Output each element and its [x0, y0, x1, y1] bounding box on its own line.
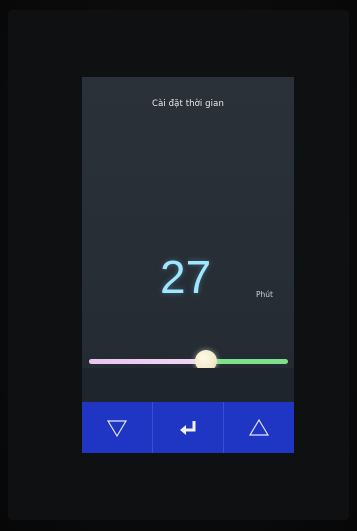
enter-arrow-icon	[177, 419, 199, 437]
screen-title: Cài đặt thời gian	[152, 99, 224, 109]
button-bar	[82, 402, 294, 453]
increase-button[interactable]	[224, 402, 294, 453]
time-value: 27	[160, 251, 212, 303]
triangle-down-icon	[106, 418, 128, 438]
time-slider[interactable]	[89, 350, 288, 372]
device-screen: Cài đặt thời gian 27 Phút	[82, 77, 294, 453]
triangle-up-icon	[248, 418, 270, 438]
enter-button[interactable]	[153, 402, 224, 453]
photo-background: Cài đặt thời gian 27 Phút	[0, 0, 357, 531]
time-unit: Phút	[256, 290, 273, 299]
decrease-button[interactable]	[82, 402, 153, 453]
slider-area-shade	[82, 368, 294, 402]
slider-fill	[89, 359, 207, 364]
